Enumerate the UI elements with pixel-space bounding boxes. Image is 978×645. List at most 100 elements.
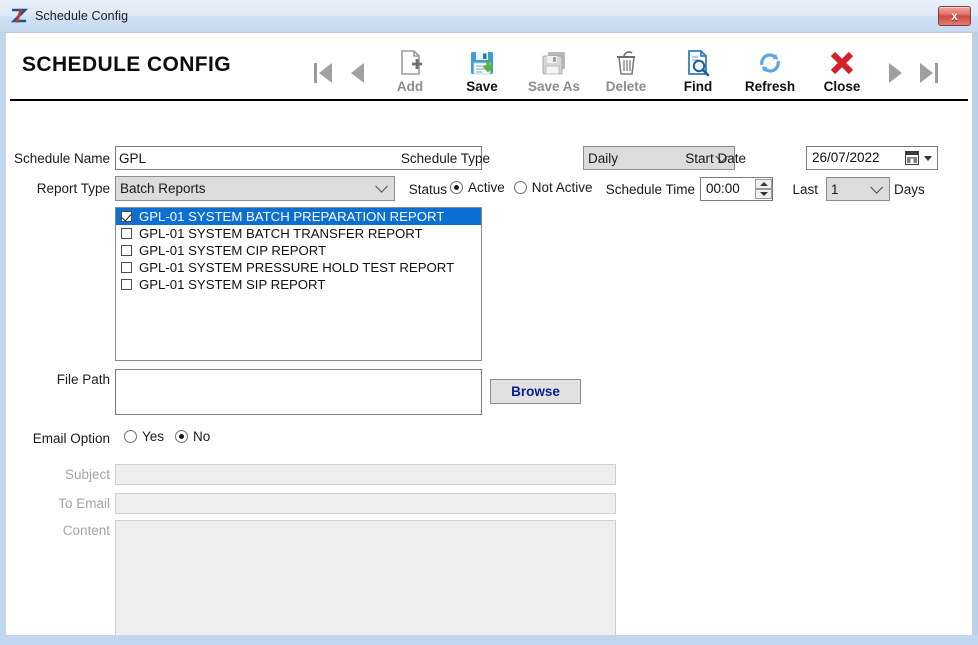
subject-label: Subject — [10, 466, 110, 484]
window-title: Schedule Config — [35, 9, 128, 23]
email-option-no-label: No — [193, 429, 210, 444]
calendar-icon[interactable] — [905, 151, 919, 165]
start-date-value: 26/07/2022 — [812, 150, 880, 165]
first-record-icon — [314, 47, 332, 99]
stepper-up-icon[interactable] — [755, 179, 772, 189]
list-item-label: GPL-01 SYSTEM PRESSURE HOLD TEST REPORT — [139, 260, 454, 275]
content-label: Content — [10, 522, 110, 540]
report-type-label: Report Type — [10, 180, 110, 198]
window-frame-right — [972, 33, 978, 645]
trash-can-icon — [611, 47, 641, 79]
toolbar-previous-record-button[interactable] — [340, 47, 374, 99]
toolbar-refresh-label: Refresh — [745, 80, 795, 94]
toolbar-last-record-button[interactable] — [912, 47, 946, 99]
list-item-label: GPL-01 SYSTEM CIP REPORT — [139, 243, 326, 258]
toolbar-save-button[interactable]: Save — [446, 47, 518, 99]
schedule-time-stepper[interactable] — [755, 179, 772, 199]
add-document-icon — [395, 47, 425, 79]
last-days-select[interactable]: 1 — [826, 177, 890, 201]
list-item[interactable]: GPL-01 SYSTEM SIP REPORT — [116, 276, 481, 293]
chevron-down-icon — [375, 180, 388, 193]
email-option-label: Email Option — [10, 430, 110, 448]
browse-button[interactable]: Browse — [490, 379, 581, 404]
status-active-label: Active — [468, 180, 505, 195]
start-date-picker[interactable]: 26/07/2022 — [806, 146, 938, 170]
toolbar-refresh-button[interactable]: Refresh — [734, 47, 806, 99]
client-area: SCHEDULE CONFIG — [6, 33, 972, 635]
list-item-label: GPL-01 SYSTEM SIP REPORT — [139, 277, 325, 292]
status-active-radio[interactable]: Active — [450, 180, 505, 195]
checkbox-icon[interactable] — [121, 262, 132, 273]
toolbar-save-as-button[interactable]: Save As — [518, 47, 590, 99]
checkbox-icon[interactable] — [121, 228, 132, 239]
report-list[interactable]: GPL-01 SYSTEM BATCH PREPARATION REPORT G… — [115, 207, 482, 361]
list-item[interactable]: GPL-01 SYSTEM CIP REPORT — [116, 242, 481, 259]
list-item[interactable]: GPL-01 SYSTEM BATCH TRANSFER REPORT — [116, 225, 481, 242]
list-item-label: GPL-01 SYSTEM BATCH PREPARATION REPORT — [139, 209, 444, 224]
last-record-icon — [920, 47, 938, 99]
schedule-name-label: Schedule Name — [10, 150, 110, 168]
status-radio-group: Active Not Active — [450, 180, 593, 195]
previous-record-icon — [351, 47, 364, 99]
list-item[interactable]: GPL-01 SYSTEM BATCH PREPARATION REPORT — [116, 208, 481, 225]
start-date-label: Start Date — [666, 150, 746, 168]
page-header: SCHEDULE CONFIG — [6, 33, 972, 101]
toolbar-save-label: Save — [466, 80, 498, 94]
toolbar-close-label: Close — [824, 80, 861, 94]
chevron-down-icon — [870, 181, 883, 194]
toolbar-save-as-label: Save As — [528, 80, 580, 94]
chevron-down-icon[interactable] — [924, 156, 932, 161]
schedule-time-value: 00:00 — [706, 181, 740, 196]
last-days-value: 1 — [831, 182, 870, 197]
report-type-value: Batch Reports — [120, 181, 375, 196]
find-magnifier-icon — [683, 47, 713, 79]
toolbar-find-button[interactable]: Find — [662, 47, 734, 99]
form-area: Schedule Name Schedule Type Daily Start … — [6, 101, 972, 635]
refresh-arrows-icon — [755, 47, 785, 79]
toolbar-add-label: Add — [397, 80, 423, 94]
page-title: SCHEDULE CONFIG — [22, 53, 231, 77]
file-path-input[interactable] — [115, 369, 482, 415]
toolbar-delete-button[interactable]: Delete — [590, 47, 662, 99]
subject-input — [115, 464, 616, 485]
window-close-button[interactable]: x — [938, 6, 971, 26]
toolbar-next-record-button[interactable] — [878, 47, 912, 99]
save-as-disk-icon — [539, 47, 569, 79]
to-email-input — [115, 493, 616, 514]
schedule-type-label: Schedule Type — [390, 150, 490, 168]
browse-button-label: Browse — [511, 384, 560, 399]
checkbox-icon[interactable] — [121, 279, 132, 290]
close-x-icon — [827, 47, 857, 79]
toolbar-first-record-button[interactable] — [306, 47, 340, 99]
toolbar-delete-label: Delete — [606, 80, 647, 94]
next-record-icon — [889, 47, 902, 99]
status-not-active-label: Not Active — [532, 180, 593, 195]
schedule-time-label: Schedule Time — [591, 181, 695, 199]
last-label: Last — [784, 181, 818, 199]
days-unit-label: Days — [894, 181, 944, 199]
toolbar: Add — [306, 47, 946, 99]
list-item[interactable]: GPL-01 SYSTEM PRESSURE HOLD TEST REPORT — [116, 259, 481, 276]
email-option-no-radio[interactable]: No — [175, 429, 210, 444]
z-logo-icon — [10, 7, 28, 25]
report-type-select[interactable]: Batch Reports — [115, 176, 395, 201]
email-option-yes-label: Yes — [142, 429, 164, 444]
checkbox-icon[interactable] — [121, 211, 132, 222]
checkbox-icon[interactable] — [121, 245, 132, 256]
file-path-label: File Path — [10, 371, 110, 389]
email-option-radio-group: Yes No — [124, 429, 210, 444]
save-disk-icon — [467, 47, 497, 79]
status-not-active-radio[interactable]: Not Active — [514, 180, 593, 195]
schedule-config-window: Schedule Config x SCHEDULE CONFIG — [0, 0, 978, 645]
toolbar-find-label: Find — [684, 80, 713, 94]
content-textarea — [115, 520, 616, 635]
list-item-label: GPL-01 SYSTEM BATCH TRANSFER REPORT — [139, 226, 423, 241]
email-option-yes-radio[interactable]: Yes — [124, 429, 164, 444]
status-label: Status — [401, 181, 447, 199]
toolbar-add-button[interactable]: Add — [374, 47, 446, 99]
toolbar-close-button[interactable]: Close — [806, 47, 878, 99]
close-icon: x — [951, 10, 958, 22]
window-frame-bottom — [0, 635, 978, 645]
stepper-down-icon[interactable] — [755, 189, 772, 199]
to-email-label: To Email — [10, 495, 110, 513]
